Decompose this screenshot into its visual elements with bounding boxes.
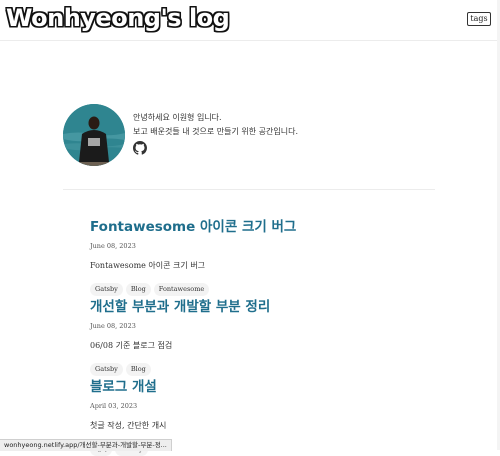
post-list: Fontawesome 아이콘 크기 버그 June 08, 2023 Font… <box>90 218 450 456</box>
tag-chip[interactable]: Gatsby <box>90 363 123 376</box>
site-title-link[interactable]: Wonhyeong's log <box>6 4 230 32</box>
post-title-link[interactable]: 블로그 개설 <box>90 378 450 396</box>
post-description: 06/08 기준 블로그 점검 <box>90 341 173 350</box>
post-date: April 03, 2023 <box>90 402 138 410</box>
avatar <box>63 104 125 166</box>
post-date: June 08, 2023 <box>90 322 136 330</box>
avatar-photo <box>63 104 125 166</box>
top-bar: Wonhyeong's log tags <box>0 0 500 41</box>
post-description: 첫글 작성, 간단한 개시 <box>90 421 167 430</box>
post-description: Fontawesome 아이콘 크기 버그 <box>90 261 206 270</box>
tag-chip[interactable]: Gatsby <box>90 283 123 296</box>
tag-chip[interactable]: Blog <box>125 363 151 376</box>
bio-description: 보고 배운것들 내 것으로 만들기 위한 공간입니다. <box>133 127 298 136</box>
tags-button[interactable]: tags <box>467 12 491 26</box>
post-date: June 08, 2023 <box>90 242 136 250</box>
post-tags: Gatsby Blog <box>90 356 450 376</box>
post-item: Fontawesome 아이콘 크기 버그 June 08, 2023 Font… <box>90 218 450 296</box>
post-item: 개선할 부분과 개발할 부분 정리 June 08, 2023 06/08 기준… <box>90 298 450 376</box>
bio-greeting: 안녕하세요 이원형 입니다. <box>133 113 222 122</box>
github-icon[interactable] <box>133 141 147 155</box>
post-title-link[interactable]: Fontawesome 아이콘 크기 버그 <box>90 218 450 236</box>
bio-section: 안녕하세요 이원형 입니다. 보고 배운것들 내 것으로 만들기 위한 공간입니… <box>63 104 435 190</box>
tag-chip[interactable]: Fontawesome <box>153 283 210 296</box>
post-title-link[interactable]: 개선할 부분과 개발할 부분 정리 <box>90 298 450 316</box>
tag-chip[interactable]: Blog <box>125 283 151 296</box>
status-bar-url: wonhyeong.netlify.app/개선할-부분과-개발할-부분-정..… <box>0 439 172 451</box>
post-tags: Gatsby Blog Fontawesome <box>90 276 450 296</box>
